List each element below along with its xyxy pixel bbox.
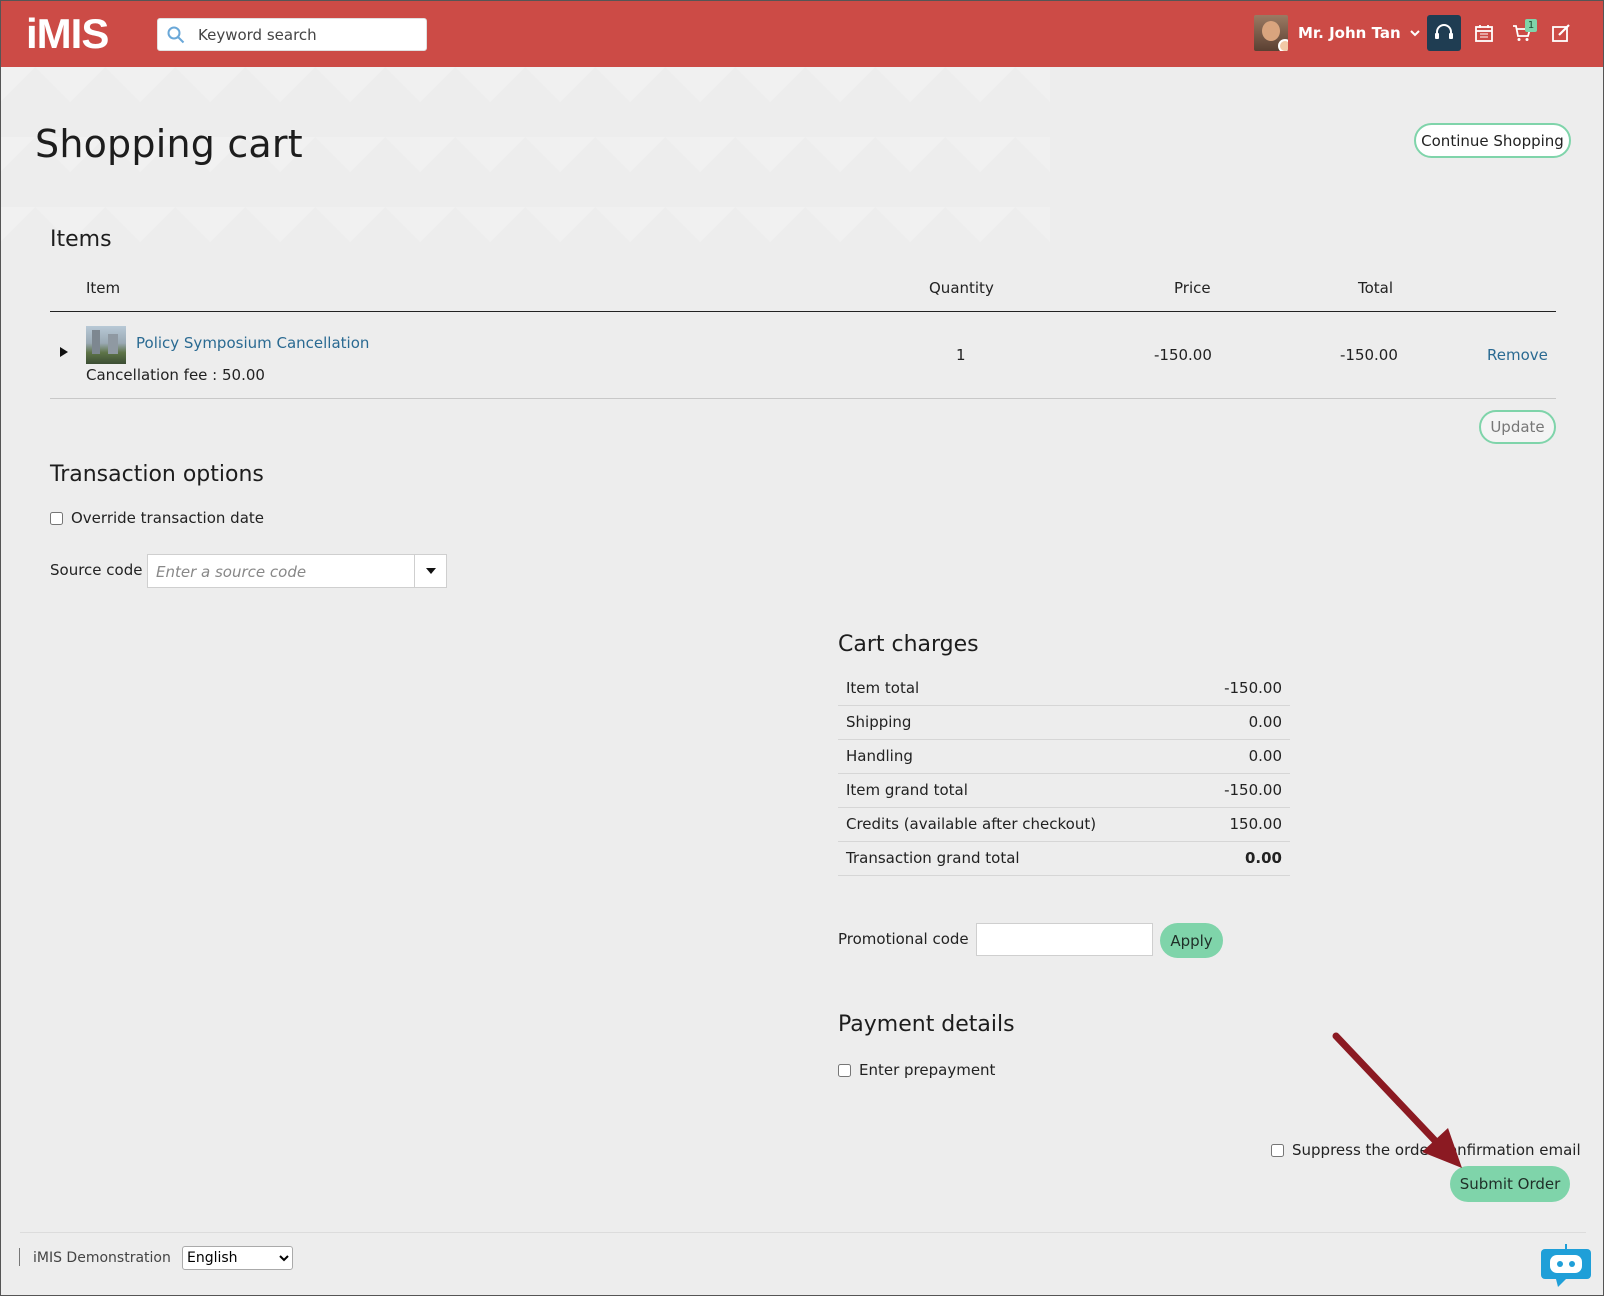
charge-row: Item grand total -150.00 [838, 773, 1290, 808]
column-header-item: Item [86, 279, 121, 297]
calendar-icon [1475, 25, 1493, 42]
caret-down-icon [425, 568, 436, 574]
search-icon [167, 26, 185, 44]
top-bar: iMIS Mr. John Tan [0, 0, 1604, 67]
update-button[interactable]: Update [1479, 410, 1556, 444]
table-header-divider [50, 311, 1556, 312]
payment-details-heading: Payment details [838, 1012, 1015, 1037]
chevron-down-icon [1409, 30, 1420, 37]
source-code-label: Source code [50, 561, 143, 579]
prepayment-checkbox[interactable] [838, 1063, 851, 1077]
charge-value: 0.00 [1191, 841, 1290, 876]
charge-label: Credits (available after checkout) [838, 807, 1192, 842]
promo-code-label: Promotional code [838, 930, 969, 948]
source-code-input[interactable] [156, 562, 406, 582]
charge-label: Shipping [838, 705, 1192, 740]
source-code-dropdown-toggle[interactable] [414, 555, 446, 587]
search-input[interactable] [198, 25, 418, 45]
support-button[interactable] [1427, 15, 1461, 51]
charge-value: 0.00 [1191, 705, 1290, 740]
footer-site-name: iMIS Demonstration [33, 1250, 171, 1266]
charge-row-grand-total: Transaction grand total 0.00 [838, 841, 1290, 876]
suppress-email-checkbox[interactable] [1271, 1143, 1284, 1157]
submit-order-button[interactable]: Submit Order [1450, 1166, 1570, 1202]
table-row-divider [50, 398, 1556, 399]
item-thumbnail [86, 326, 126, 364]
override-date-checkbox[interactable] [50, 511, 63, 525]
column-header-quantity: Quantity [929, 279, 994, 297]
charge-row: Shipping 0.00 [838, 705, 1290, 740]
charge-label: Handling [838, 739, 1192, 774]
column-header-total: Total [1358, 279, 1394, 297]
user-name: Mr. John Tan [1298, 24, 1401, 42]
item-detail: Cancellation fee : 50.00 [86, 366, 265, 384]
language-select[interactable]: English [182, 1246, 293, 1270]
column-header-price: Price [1174, 279, 1211, 297]
headset-icon [1435, 24, 1453, 39]
override-date-label: Override transaction date [71, 509, 264, 527]
charge-label: Item grand total [838, 773, 1192, 808]
cart-charges-heading: Cart charges [838, 632, 979, 657]
cart-charges-table: Item total -150.00 Shipping 0.00 Handlin… [838, 671, 1290, 876]
calendar-button[interactable] [1467, 15, 1501, 51]
continue-shopping-button[interactable]: Continue Shopping [1414, 123, 1571, 158]
item-price: -150.00 [1154, 346, 1212, 364]
edit-icon [1552, 24, 1570, 42]
item-total: -150.00 [1340, 346, 1398, 364]
charge-value: 150.00 [1191, 807, 1290, 842]
items-heading: Items [50, 227, 112, 252]
user-menu[interactable]: Mr. John Tan [1254, 14, 1421, 52]
footer-separator [19, 1248, 20, 1266]
chatbot-icon[interactable] [1540, 1243, 1592, 1287]
charge-value: 0.00 [1191, 739, 1290, 774]
edit-button[interactable] [1544, 15, 1578, 51]
charge-value: -150.00 [1191, 671, 1290, 706]
charge-row: Item total -150.00 [838, 671, 1290, 706]
expand-triangle-icon[interactable] [59, 346, 69, 358]
cart-count-badge: 1 [1525, 19, 1537, 32]
avatar-badge [1278, 39, 1288, 51]
item-name-link[interactable]: Policy Symposium Cancellation [136, 334, 369, 352]
cart-button[interactable]: 1 [1505, 15, 1539, 51]
charge-row: Credits (available after checkout) 150.0… [838, 807, 1290, 842]
search-box[interactable] [157, 18, 427, 51]
item-quantity: 1 [956, 346, 966, 364]
promo-code-input[interactable] [976, 923, 1153, 956]
apply-button[interactable]: Apply [1160, 923, 1223, 958]
transaction-options-heading: Transaction options [50, 462, 264, 487]
charge-value: -150.00 [1191, 773, 1290, 808]
prepayment-label: Enter prepayment [859, 1061, 996, 1079]
page-title: Shopping cart [35, 122, 303, 166]
charge-label: Item total [838, 671, 1192, 706]
charge-label: Transaction grand total [838, 841, 1192, 876]
charge-row: Handling 0.00 [838, 739, 1290, 774]
override-date-option[interactable]: Override transaction date [50, 509, 264, 527]
imis-logo[interactable]: iMIS [26, 10, 109, 58]
remove-link[interactable]: Remove [1487, 346, 1548, 364]
avatar [1254, 15, 1288, 51]
prepayment-option[interactable]: Enter prepayment [838, 1061, 995, 1079]
source-code-combobox[interactable] [147, 554, 447, 588]
footer-divider [20, 1232, 1586, 1233]
suppress-email-label: Suppress the order confirmation email [1292, 1141, 1581, 1159]
suppress-email-option[interactable]: Suppress the order confirmation email [1271, 1141, 1581, 1159]
